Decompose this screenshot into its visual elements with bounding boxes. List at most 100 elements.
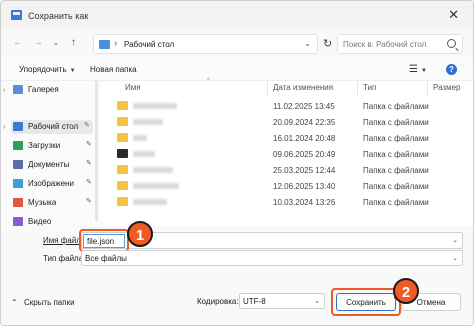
help-icon[interactable]: ?: [446, 64, 457, 75]
refresh-icon[interactable]: ↻: [323, 37, 332, 50]
folder-icon: [117, 181, 128, 190]
pictures-icon: [13, 179, 23, 188]
expand-icon[interactable]: ›: [3, 87, 5, 94]
sidebar-item-label: Загрузки: [28, 141, 61, 150]
file-type: Папка с файлами: [363, 118, 429, 127]
hide-folders-toggle[interactable]: ⌃ Скрыть папки: [11, 298, 75, 307]
close-icon[interactable]: ✕: [448, 7, 459, 23]
step-1-marker: 1: [127, 221, 153, 247]
desktop-folder-icon: [99, 40, 110, 49]
sidebar-item-documents[interactable]: Документы ✎: [13, 158, 97, 172]
file-row[interactable]: 10.03.2024 13:26 Папка с файлами: [101, 195, 473, 210]
search-icon: [447, 39, 456, 48]
file-date: 25.03.2025 12:44: [273, 166, 336, 175]
view-options-icon[interactable]: ☰ ▼: [409, 64, 427, 75]
encoding-select[interactable]: UTF-8 ⌄: [239, 293, 325, 309]
blurred-file-name: [133, 119, 163, 125]
window-title: Сохранить как: [28, 11, 89, 21]
file-row[interactable]: 12.06.2025 13:40 Папка с файлами: [101, 179, 473, 194]
chevron-down-icon: ⌄: [314, 298, 320, 305]
pin-icon: ✎: [86, 198, 92, 205]
documents-icon: [13, 160, 23, 169]
search-placeholder: Поиск в: Рабочий стол: [343, 40, 427, 49]
column-header-date[interactable]: Дата изменения: [273, 83, 333, 92]
command-bar: Упорядочить ▼ Новая папка ☰ ▼ ?: [1, 59, 473, 81]
column-header-type[interactable]: Тип: [363, 83, 376, 92]
sidebar-item-label: Музыка: [28, 198, 57, 207]
sidebar-item-pictures[interactable]: Изображени ✎: [13, 177, 97, 191]
file-row[interactable]: 25.03.2025 12:44 Папка с файлами: [101, 163, 473, 178]
up-arrow-icon[interactable]: ↑: [71, 37, 76, 48]
new-folder-button[interactable]: Новая папка: [90, 65, 137, 74]
file-row[interactable]: 09.06.2025 20:49 Папка с файлами: [101, 147, 473, 162]
notepad-icon: [11, 10, 22, 20]
filetype-label: Тип файла:: [43, 254, 86, 263]
blurred-file-name: [133, 167, 173, 173]
blurred-file-name: [133, 103, 177, 109]
file-date: 11.02.2025 13:45: [273, 102, 335, 111]
back-arrow-icon[interactable]: ←: [13, 37, 23, 48]
file-type: Папка с файлами: [363, 166, 429, 175]
address-bar: ← → ⌄ ↑ › Рабочий стол ⌄ ↻ Поиск в: Рабо…: [1, 29, 473, 59]
file-row[interactable]: 16.01.2024 20:48 Папка с файлами: [101, 131, 473, 146]
column-header-size[interactable]: Размер: [433, 83, 461, 92]
downloads-icon: [13, 141, 23, 150]
sidebar-item-label: Галерея: [28, 85, 59, 94]
column-divider[interactable]: [357, 81, 358, 97]
folder-icon: [117, 101, 128, 110]
recent-dropdown-icon[interactable]: ⌄: [53, 39, 59, 47]
sidebar-item-label: Видео: [28, 217, 52, 226]
pin-icon: ✎: [84, 122, 90, 129]
chevron-down-icon: ⌄: [452, 255, 458, 262]
chevron-down-icon[interactable]: ⌄: [452, 236, 458, 244]
file-date: 10.03.2024 13:26: [273, 198, 336, 207]
music-icon: [13, 198, 23, 207]
sidebar-item-desktop[interactable]: Рабочий стол ✎: [11, 120, 93, 134]
organize-button[interactable]: Упорядочить ▼: [19, 65, 76, 74]
blurred-file-name: [133, 135, 147, 141]
step-2-marker: 2: [393, 278, 419, 304]
blurred-file-name: [133, 183, 179, 189]
filetype-value: Все файлы: [85, 254, 127, 263]
sidebar-item-music[interactable]: Музыка ✎: [13, 196, 97, 210]
file-date: 09.06.2025 20:49: [273, 150, 336, 159]
pin-icon: ✎: [86, 179, 92, 186]
folder-icon: [117, 133, 128, 142]
blurred-file-name: [133, 151, 155, 157]
save-as-dialog: Сохранить как ✕ ← → ⌄ ↑ › Рабочий стол ⌄…: [0, 0, 474, 326]
chevron-down-icon[interactable]: ⌄: [304, 39, 311, 48]
sidebar-item-downloads[interactable]: Загрузки ✎: [13, 139, 97, 153]
column-divider[interactable]: [427, 81, 428, 97]
file-list: Имя ^ Дата изменения Тип Размер 11.02.20…: [101, 78, 473, 226]
file-type: Папка с файлами: [363, 182, 429, 191]
special-folder-icon: [117, 149, 128, 158]
path-box[interactable]: › Рабочий стол ⌄: [93, 34, 318, 54]
column-header-name[interactable]: Имя: [125, 83, 141, 92]
column-divider[interactable]: [267, 81, 268, 97]
sidebar-scrollbar[interactable]: [95, 81, 98, 221]
gallery-icon: [13, 85, 23, 94]
sidebar-item-label: Рабочий стол: [28, 122, 79, 131]
file-type: Папка с файлами: [363, 150, 429, 159]
forward-arrow-icon[interactable]: →: [33, 37, 43, 48]
chevron-up-icon: ⌃: [11, 298, 18, 307]
organize-dropdown-icon: ▼: [69, 68, 76, 74]
encoding-value: UTF-8: [243, 297, 266, 306]
search-input[interactable]: Поиск в: Рабочий стол: [337, 34, 463, 54]
save-highlight: [331, 288, 401, 316]
sidebar-item-gallery[interactable]: Галерея: [13, 83, 97, 97]
folder-icon: [117, 165, 128, 174]
blurred-file-name: [133, 199, 167, 205]
pin-icon: ✎: [86, 160, 92, 167]
expand-icon[interactable]: ›: [3, 124, 5, 131]
sidebar-item-label: Изображени: [28, 179, 74, 188]
file-row[interactable]: 11.02.2025 13:45 Папка с файлами: [101, 99, 473, 114]
filetype-select[interactable]: Все файлы ⌄: [81, 250, 463, 266]
folder-icon: [117, 197, 128, 206]
file-date: 12.06.2025 13:40: [273, 182, 336, 191]
file-row[interactable]: 20.09.2024 22:35 Папка с файлами: [101, 115, 473, 130]
title-bar: Сохранить как ✕: [1, 1, 473, 29]
navigation-pane: › Галерея › Рабочий стол ✎ Загрузки ✎ До…: [1, 81, 99, 226]
filename-highlight: [79, 229, 129, 252]
chevron-right-icon: ›: [114, 38, 118, 49]
